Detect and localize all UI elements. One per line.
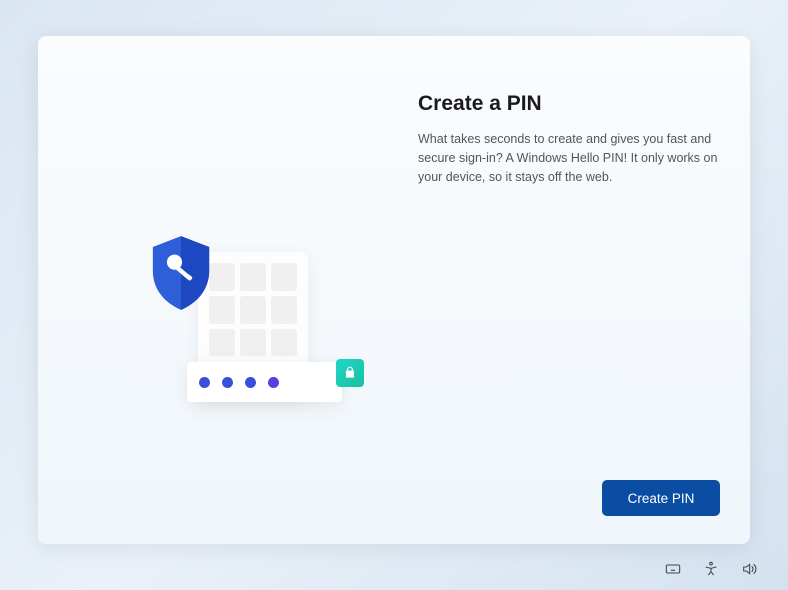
pin-dot [199, 377, 210, 388]
page-description: What takes seconds to create and gives y… [418, 130, 718, 186]
lock-badge-icon [336, 359, 364, 387]
page-title: Create a PIN [418, 92, 718, 116]
pin-illustration [138, 232, 348, 422]
key [240, 263, 266, 291]
key [271, 296, 297, 324]
shield-key-icon [146, 234, 216, 312]
key [209, 329, 235, 357]
volume-icon[interactable] [740, 560, 758, 578]
key [240, 329, 266, 357]
pin-dot [268, 377, 279, 388]
pin-dot [245, 377, 256, 388]
key [271, 329, 297, 357]
pin-dot [222, 377, 233, 388]
pin-dots-card [187, 362, 342, 402]
accessibility-icon[interactable] [702, 560, 720, 578]
system-tray [664, 560, 758, 578]
content-pane: Create a PIN What takes seconds to creat… [418, 92, 718, 186]
keyboard-icon[interactable] [664, 560, 682, 578]
oobe-card: Create a PIN What takes seconds to creat… [38, 36, 750, 544]
create-pin-button[interactable]: Create PIN [602, 480, 720, 516]
key [271, 263, 297, 291]
key [240, 296, 266, 324]
